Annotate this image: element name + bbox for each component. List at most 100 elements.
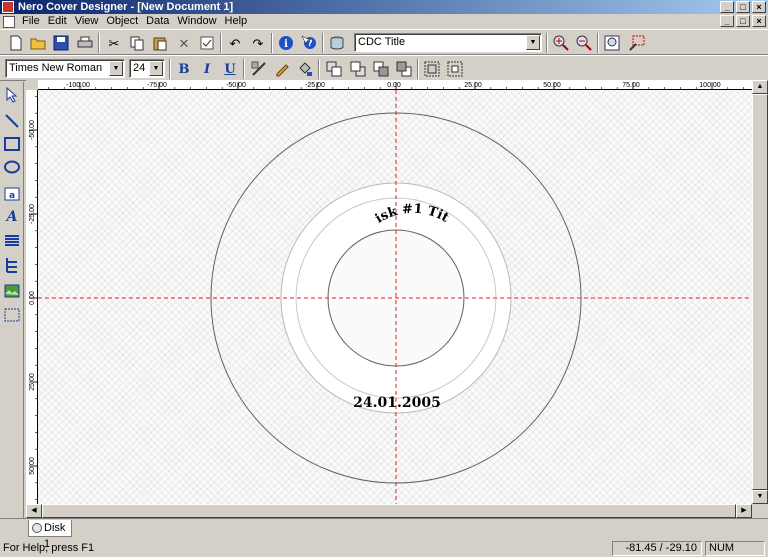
vertical-ruler: -50.00 -25.00 0.00 25.00 50.00 — [26, 90, 38, 504]
scroll-right-icon[interactable]: ▶ — [736, 504, 752, 518]
group-icon[interactable] — [421, 59, 443, 79]
app-icon — [2, 1, 14, 13]
disk-date-text[interactable]: 24.01.2005 — [353, 395, 441, 411]
print-icon[interactable] — [74, 33, 96, 53]
design-canvas[interactable]: <Disk #1 Title> 24.01.2005 — [38, 90, 752, 504]
zoom-out-icon[interactable] — [573, 33, 595, 53]
ruler-h-label: -100.00 — [66, 82, 90, 89]
underline-button[interactable]: U — [219, 59, 241, 79]
font-name-combo[interactable]: Times New Roman ▼ — [5, 59, 125, 78]
font-size-combo[interactable]: 24 ▼ — [129, 59, 165, 78]
ruler-h-label: 25.00 — [464, 82, 482, 89]
window-title: Nero Cover Designer - [New Document 1] — [18, 1, 234, 13]
tree-tool-icon[interactable] — [1, 254, 23, 276]
horizontal-scroll-thumb[interactable] — [42, 504, 736, 518]
chevron-down-icon[interactable]: ▼ — [109, 61, 123, 76]
line-tool-icon[interactable] — [1, 110, 23, 132]
doc-minimize-button[interactable]: _ — [720, 15, 734, 27]
ruler-v-label: 25.00 — [29, 373, 36, 391]
disk-title-text[interactable]: <Disk #1 Title> — [38, 90, 451, 227]
paste-icon[interactable] — [149, 33, 171, 53]
pen-color-icon[interactable] — [271, 59, 293, 79]
zoom-area-icon[interactable] — [626, 33, 648, 53]
italic-button[interactable]: I — [196, 59, 218, 79]
standard-toolbar: ✂ ✕ ↶ ↷ i ? CDC Title ▼ — [0, 29, 768, 55]
ruler-h-label: 75.00 — [622, 82, 640, 89]
ruler-h-label: 50.00 — [543, 82, 561, 89]
delete-icon[interactable]: ✕ — [173, 33, 195, 53]
list-tool-icon[interactable] — [1, 230, 23, 252]
chevron-down-icon[interactable]: ▼ — [526, 35, 540, 50]
fill-color-icon[interactable] — [294, 59, 316, 79]
rectangle-tool-icon[interactable] — [1, 133, 23, 155]
document-icon[interactable] — [3, 15, 15, 28]
tab-disk-1[interactable]: Disk 1 — [28, 520, 72, 550]
ruler-v-label: 0.00 — [29, 291, 36, 305]
new-document-icon[interactable] — [5, 33, 27, 53]
properties-icon[interactable] — [196, 33, 218, 53]
title-bar: Nero Cover Designer - [New Document 1] _… — [0, 0, 768, 14]
menu-help[interactable]: Help — [221, 14, 252, 29]
chevron-down-icon[interactable]: ▼ — [149, 61, 163, 76]
ellipse-tool-icon[interactable] — [1, 156, 23, 178]
menu-object[interactable]: Object — [102, 14, 142, 29]
field-combo[interactable]: CDC Title ▼ — [354, 33, 542, 52]
maximize-button[interactable]: □ — [736, 1, 750, 13]
zoom-fit-icon[interactable] — [601, 33, 623, 53]
ruler-h-label: -75.00 — [147, 82, 167, 89]
menu-bar: File Edit View Object Data Window Help _… — [0, 14, 768, 29]
redo-icon[interactable]: ↷ — [247, 33, 269, 53]
doc-restore-button[interactable]: □ — [736, 15, 750, 27]
horizontal-scrollbar[interactable]: ◀ ▶ — [26, 504, 752, 518]
font-name-value: Times New Roman — [9, 62, 103, 74]
info-icon[interactable]: i — [275, 33, 297, 53]
image-tool-icon[interactable] — [1, 280, 23, 302]
menu-file[interactable]: File — [18, 14, 44, 29]
status-help-text: For Help, press F1 — [3, 542, 95, 554]
close-button[interactable]: × — [752, 1, 766, 13]
database-icon[interactable] — [326, 33, 348, 53]
vertical-scrollbar[interactable]: ▲ ▼ — [752, 80, 768, 504]
cut-icon[interactable]: ✂ — [103, 33, 125, 53]
field-combo-value: CDC Title — [358, 36, 406, 48]
save-icon[interactable] — [50, 33, 72, 53]
open-folder-icon[interactable] — [27, 33, 49, 53]
undo-icon[interactable]: ↶ — [224, 33, 246, 53]
bold-button[interactable]: B — [173, 59, 195, 79]
disk-label: <Disk #1 Title> 24.01.2005 — [38, 90, 752, 504]
zoom-in-icon[interactable] — [550, 33, 572, 53]
ruler-v-label: -25.00 — [29, 204, 36, 224]
scroll-left-icon[interactable]: ◀ — [26, 504, 42, 518]
textbox-tool-icon[interactable]: a — [1, 183, 23, 205]
menu-view[interactable]: View — [71, 14, 103, 29]
scroll-down-icon[interactable]: ▼ — [752, 490, 768, 504]
menu-window[interactable]: Window — [173, 14, 220, 29]
artistic-text-tool-icon[interactable]: A — [1, 206, 23, 228]
menu-data[interactable]: Data — [142, 14, 173, 29]
bring-to-front-icon[interactable] — [323, 59, 345, 79]
drawing-tools: a A — [0, 82, 24, 518]
copy-icon[interactable] — [126, 33, 148, 53]
status-bar: For Help, press F1 -81.45 / -29.10 NUM — [0, 540, 768, 557]
page-tabs: Disk 1 — [0, 518, 768, 550]
ruler-h-label: -25.00 — [305, 82, 325, 89]
send-backward-icon[interactable] — [393, 59, 415, 79]
scroll-up-icon[interactable]: ▲ — [752, 80, 768, 94]
disk-icon — [32, 523, 42, 533]
minimize-button[interactable]: _ — [720, 1, 734, 13]
field-tool-icon[interactable] — [1, 304, 23, 326]
line-style-icon[interactable] — [248, 59, 270, 79]
context-help-icon[interactable]: ? — [298, 33, 320, 53]
ruler-h-label: 100.00 — [699, 82, 721, 89]
bring-forward-icon[interactable] — [370, 59, 392, 79]
font-size-value: 24 — [133, 62, 146, 74]
select-arrow-icon[interactable] — [1, 84, 23, 106]
status-num: NUM — [705, 541, 765, 556]
ruler-h-label: -50.00 — [226, 82, 246, 89]
svg-text:i: i — [284, 39, 288, 50]
vertical-scroll-thumb[interactable] — [752, 94, 768, 490]
menu-edit[interactable]: Edit — [44, 14, 71, 29]
ungroup-icon[interactable] — [444, 59, 466, 79]
doc-close-button[interactable]: × — [752, 15, 766, 27]
send-to-back-icon[interactable] — [347, 59, 369, 79]
